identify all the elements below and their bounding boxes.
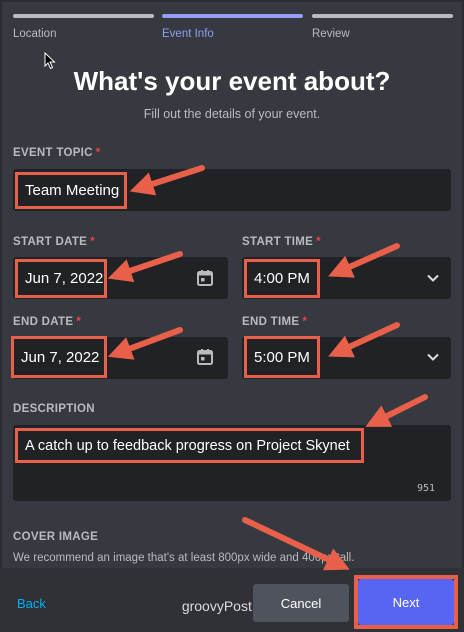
- step-bar: [162, 14, 303, 18]
- description-value: A catch up to feedback progress on Proje…: [15, 428, 364, 463]
- end-date-label: END DATE *: [13, 316, 81, 328]
- end-date-label-text: END DATE: [13, 316, 74, 328]
- step-review[interactable]: Review: [312, 14, 453, 40]
- next-button[interactable]: Next: [358, 579, 454, 625]
- step-label: Location: [13, 28, 57, 40]
- calendar-icon[interactable]: [196, 269, 214, 287]
- start-time-label: START TIME *: [242, 236, 321, 248]
- required-marker: *: [302, 316, 308, 328]
- chevron-down-icon[interactable]: [426, 271, 440, 285]
- event-topic-value: Team Meeting: [15, 172, 127, 209]
- start-date-value: Jun 7, 2022: [15, 259, 107, 298]
- step-bar: [13, 14, 154, 18]
- step-label: Event Info: [162, 28, 214, 40]
- step-location[interactable]: Location: [13, 14, 154, 40]
- start-date-label-text: START DATE: [13, 236, 88, 248]
- end-time-label: END TIME *: [242, 316, 307, 328]
- end-time-label-text: END TIME: [242, 316, 300, 328]
- required-marker: *: [316, 236, 321, 248]
- event-topic-label: EVENT TOPIC *: [13, 147, 101, 159]
- page-subtitle: Fill out the details of your event.: [143, 107, 321, 121]
- step-bar: [312, 14, 453, 18]
- required-marker: *: [76, 316, 82, 328]
- start-time-value: 4:00 PM: [244, 259, 320, 298]
- end-time-value: 5:00 PM: [244, 336, 320, 378]
- page-title: What's your event about?: [73, 66, 391, 96]
- step-event-info[interactable]: Event Info: [162, 14, 303, 40]
- chevron-down-icon[interactable]: [426, 350, 440, 364]
- stepper: Location Event Info Review: [13, 14, 453, 44]
- required-marker: *: [95, 147, 101, 159]
- character-counter: 951: [417, 483, 436, 494]
- start-time-label-text: START TIME: [242, 236, 314, 248]
- start-date-label: START DATE *: [13, 236, 95, 248]
- cancel-button[interactable]: Cancel: [253, 584, 349, 622]
- step-label: Review: [312, 28, 350, 40]
- cover-image-label: COVER IMAGE: [13, 531, 99, 543]
- cover-image-hint: We recommend an image that's at least 80…: [13, 552, 355, 564]
- description-label: DESCRIPTION: [13, 403, 95, 415]
- required-marker: *: [90, 236, 95, 248]
- event-topic-label-text: EVENT TOPIC: [13, 147, 93, 159]
- calendar-icon[interactable]: [196, 348, 214, 366]
- end-date-value: Jun 7, 2022: [11, 336, 107, 378]
